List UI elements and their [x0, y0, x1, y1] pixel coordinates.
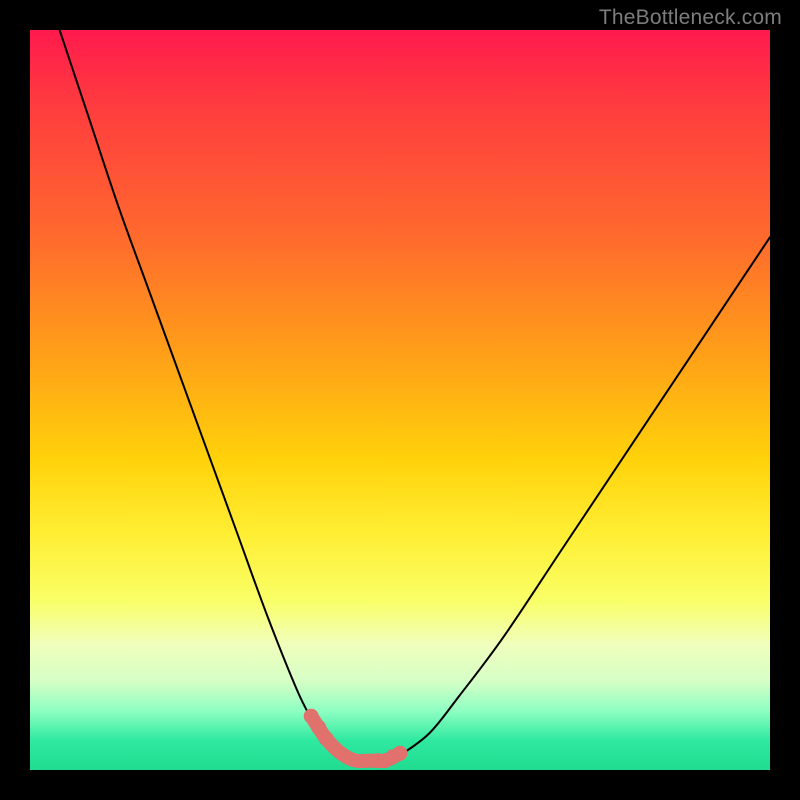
watermark-text: TheBottleneck.com [599, 6, 782, 30]
bottleneck-curve [60, 30, 770, 763]
valley-marker-dot [393, 746, 408, 761]
plot-area [30, 30, 770, 770]
curve-svg [30, 30, 770, 770]
valley-marker-dot [319, 731, 334, 746]
chart-frame: TheBottleneck.com [0, 0, 800, 800]
